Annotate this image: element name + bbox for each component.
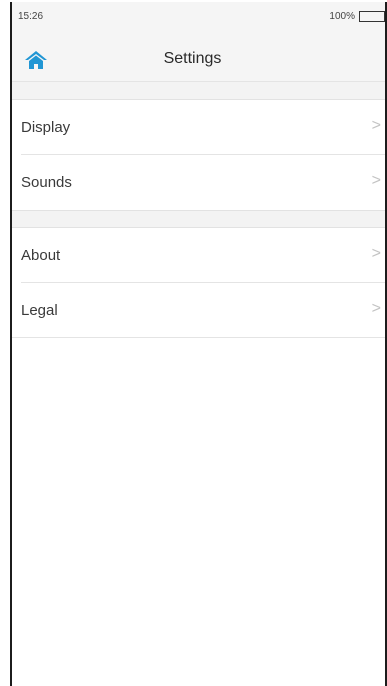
- section-spacer: [12, 210, 385, 228]
- battery-percentage: 100%: [329, 11, 355, 22]
- settings-item-label: Sounds: [21, 174, 72, 191]
- row-divider: [12, 337, 385, 338]
- phone-screen: 15:26 100% Settings Display > Sounds > A…: [10, 2, 387, 686]
- section-spacer: [12, 82, 385, 100]
- chevron-right-icon: >: [371, 300, 381, 317]
- status-right: 100%: [329, 11, 385, 22]
- chevron-right-icon: >: [371, 172, 381, 189]
- settings-item-label: Display: [21, 119, 71, 136]
- status-time: 15:26: [18, 11, 44, 22]
- page-title: Settings: [163, 50, 222, 67]
- settings-item-label: Legal: [21, 302, 58, 319]
- settings-item-about[interactable]: About >: [12, 228, 385, 283]
- settings-item-legal[interactable]: Legal >: [12, 283, 385, 338]
- status-bar: 15:26 100%: [12, 2, 385, 36]
- settings-item-sounds[interactable]: Sounds >: [12, 155, 385, 210]
- battery-icon: [359, 11, 385, 22]
- chevron-right-icon: >: [371, 245, 381, 262]
- settings-item-display[interactable]: Display >: [12, 100, 385, 155]
- navigation-bar: Settings: [12, 36, 385, 82]
- settings-item-label: About: [21, 247, 61, 264]
- chevron-right-icon: >: [371, 117, 381, 134]
